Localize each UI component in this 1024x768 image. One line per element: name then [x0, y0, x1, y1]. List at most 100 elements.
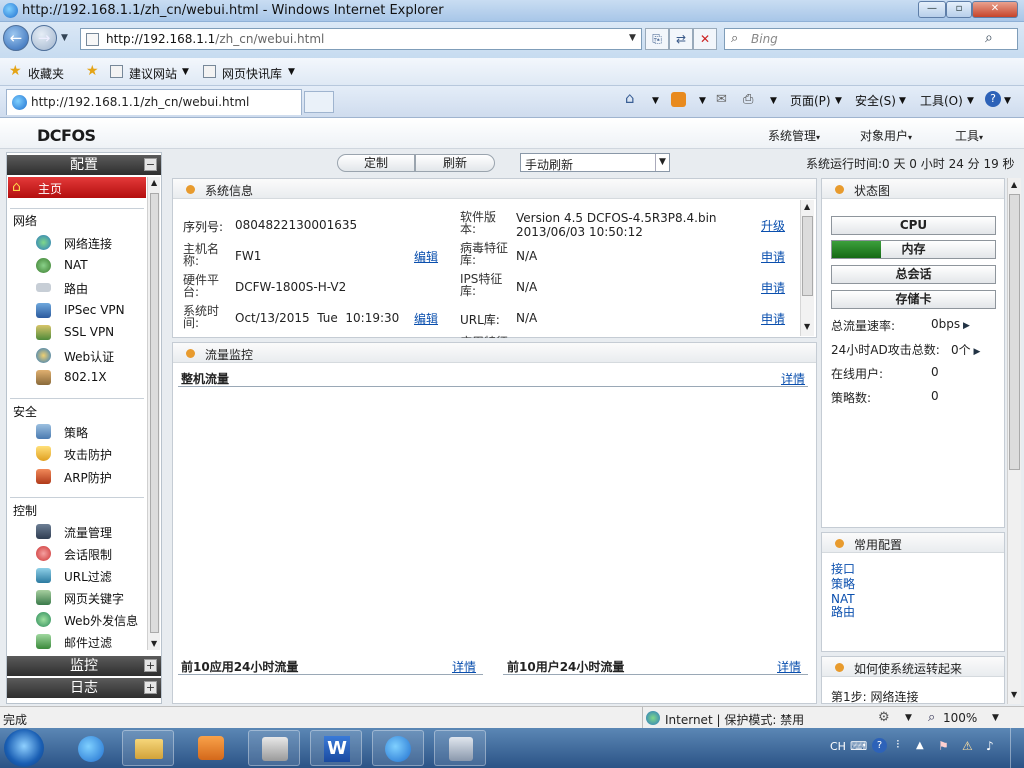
zoom-dropdown-icon[interactable]: ▼: [992, 713, 999, 723]
total-rate-value[interactable]: 0bps ▶: [931, 317, 970, 331]
help-icon[interactable]: ?: [985, 91, 1001, 107]
taskbar-media[interactable]: [184, 730, 236, 766]
sidebar-item-url-filter[interactable]: URL过滤: [36, 566, 148, 586]
stop-button[interactable]: ✕: [693, 28, 717, 50]
taskbar-terminal[interactable]: [434, 730, 486, 766]
home-dropdown-icon[interactable]: ▼: [652, 96, 659, 106]
search-input[interactable]: ⌕ Bing ⌕: [724, 28, 1018, 50]
sidebar-scrollbar[interactable]: ▲ ▼: [147, 177, 160, 650]
menu-tools[interactable]: 工具▾: [955, 127, 983, 144]
sidebar-scroll-thumb[interactable]: [150, 193, 159, 633]
upgrade-link[interactable]: 升级: [761, 217, 785, 234]
page-scrollbar[interactable]: ▲ ▼: [1007, 178, 1021, 704]
apply-av-link[interactable]: 申请: [761, 248, 785, 265]
new-tab-button[interactable]: [304, 91, 334, 113]
web-slice-dropdown-icon[interactable]: ▼: [288, 67, 295, 77]
scroll-up-icon[interactable]: ▲: [804, 202, 810, 211]
sidebar-item-network-connection[interactable]: 网络连接: [36, 233, 148, 253]
feeds-icon[interactable]: [671, 92, 686, 107]
show-hidden-icons[interactable]: ▲: [916, 740, 924, 751]
menu-system-admin[interactable]: 系统管理▾: [768, 127, 820, 144]
help-dropdown-icon[interactable]: ▼: [1004, 96, 1011, 106]
edit-systime-link[interactable]: 编辑: [414, 310, 438, 327]
taskbar-explorer[interactable]: [122, 730, 174, 766]
common-link-nat[interactable]: NAT: [831, 592, 855, 606]
sidebar-item-home[interactable]: ⌂ 主页: [8, 177, 146, 198]
scroll-down-icon[interactable]: ▼: [151, 639, 157, 648]
zoom-level[interactable]: 100%: [943, 711, 977, 725]
input-language[interactable]: CH: [830, 740, 846, 753]
action-center-icon[interactable]: ⚑: [938, 739, 949, 753]
sidebar-item-policy[interactable]: 策略: [36, 422, 148, 442]
taskbar-app-tool[interactable]: [248, 730, 300, 766]
tools-menu-dropdown-icon[interactable]: ▼: [967, 96, 974, 106]
top-apps-detail-link[interactable]: 详情: [452, 658, 476, 675]
help-tray-icon[interactable]: ?: [872, 738, 887, 753]
refresh-mode-select[interactable]: 手动刷新 ▼: [520, 153, 670, 172]
popup-blocker-icon[interactable]: ⚙: [878, 710, 890, 725]
sidebar-item-mail-filter[interactable]: 邮件过滤: [36, 632, 148, 652]
minimize-button[interactable]: —: [918, 1, 946, 18]
maximize-button[interactable]: ▫: [946, 1, 972, 18]
apply-ips-link[interactable]: 申请: [761, 279, 785, 296]
sidebar-item-web-keyword[interactable]: 网页关键字: [36, 588, 148, 608]
sidebar-item-ssl-vpn[interactable]: SSL VPN: [36, 323, 148, 343]
top-users-detail-link[interactable]: 详情: [777, 658, 801, 675]
sidebar-item-ipsec-vpn[interactable]: IPSec VPN: [36, 301, 148, 321]
scroll-down-icon[interactable]: ▼: [1011, 690, 1017, 699]
page-menu[interactable]: 页面(P): [790, 92, 831, 109]
collapse-icon[interactable]: −: [144, 158, 157, 171]
mail-icon[interactable]: ✉: [716, 92, 727, 107]
sidebar-config-header[interactable]: 配置 −: [7, 155, 161, 175]
forward-button[interactable]: →: [31, 25, 57, 51]
sidebar-log-header[interactable]: 日志 +: [7, 678, 161, 698]
refresh-button[interactable]: 刷新: [415, 154, 495, 172]
sidebar-item-attack-defense[interactable]: 攻击防护: [36, 444, 148, 464]
cpu-meter[interactable]: CPU: [831, 216, 996, 235]
safety-menu[interactable]: 安全(S): [855, 92, 896, 109]
tray-options-icon[interactable]: ⁝: [896, 737, 900, 751]
page-menu-dropdown-icon[interactable]: ▼: [835, 96, 842, 106]
sidebar-item-8021x[interactable]: 802.1X: [36, 368, 148, 388]
scroll-up-icon[interactable]: ▲: [151, 178, 157, 187]
apply-url-link[interactable]: 申请: [761, 310, 785, 327]
taskbar-ie-pinned[interactable]: [66, 730, 118, 766]
common-link-route[interactable]: 路由: [831, 605, 855, 619]
sidebar-item-nat[interactable]: NAT: [36, 256, 148, 276]
expand-icon[interactable]: +: [144, 659, 157, 672]
scroll-down-icon[interactable]: ▼: [804, 322, 810, 331]
keyboard-icon[interactable]: ⌨: [850, 739, 867, 753]
menu-object-users[interactable]: 对象用户▾: [860, 127, 912, 144]
sidebar-item-arp-defense[interactable]: ARP防护: [36, 467, 148, 487]
sidebar-item-web-auth[interactable]: Web认证: [36, 346, 148, 366]
volume-icon[interactable]: ♪: [986, 739, 994, 753]
page-scroll-thumb[interactable]: [1009, 194, 1020, 470]
common-link-interface[interactable]: 接口: [831, 562, 855, 576]
address-input[interactable]: http://192.168.1.1/zh_cn/webui.html ▼: [80, 28, 642, 50]
customize-button[interactable]: 定制: [337, 154, 415, 172]
feeds-dropdown-icon[interactable]: ▼: [699, 96, 706, 106]
history-dropdown-icon[interactable]: ▼: [61, 33, 68, 43]
print-icon[interactable]: ⎙: [743, 92, 753, 107]
network-icon[interactable]: ⚠: [962, 739, 973, 753]
sidebar-item-session-limit[interactable]: 会话限制: [36, 544, 148, 564]
suggested-sites-link[interactable]: 建议网站: [129, 65, 177, 82]
sidebar-item-web-outbound[interactable]: Web外发信息: [36, 610, 148, 630]
print-dropdown-icon[interactable]: ▼: [770, 96, 777, 106]
back-button[interactable]: ←: [3, 25, 29, 51]
show-desktop-button[interactable]: [1010, 728, 1024, 768]
total-traffic-detail-link[interactable]: 详情: [781, 370, 805, 387]
sidebar-item-route[interactable]: 路由: [36, 278, 148, 298]
taskbar-ie-active[interactable]: [372, 730, 424, 766]
tab-current[interactable]: http://192.168.1.1/zh_cn/webui.html: [6, 89, 302, 115]
howto-step1[interactable]: 第1步: 网络连接: [831, 688, 919, 705]
memory-meter[interactable]: 内存: [831, 240, 996, 259]
suggested-dropdown-icon[interactable]: ▼: [182, 67, 189, 77]
system-info-scroll-thumb[interactable]: [802, 216, 813, 296]
zoom-icon[interactable]: ⌕: [928, 710, 935, 725]
start-button[interactable]: [4, 729, 44, 767]
compat-view-button[interactable]: ⎘: [645, 28, 669, 50]
popup-dropdown-icon[interactable]: ▼: [905, 713, 912, 723]
sidebar-monitor-header[interactable]: 监控 +: [7, 656, 161, 676]
ad-attack-value[interactable]: 0个 ▶: [951, 341, 980, 358]
